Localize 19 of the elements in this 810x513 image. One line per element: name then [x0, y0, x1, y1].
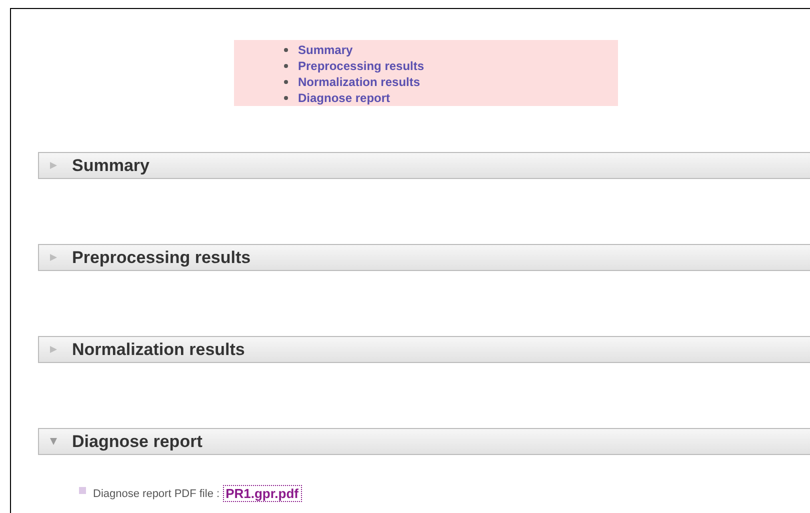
pdf-link[interactable]: PR1.gpr.pdf	[222, 485, 302, 502]
section-header[interactable]: Normalization results	[38, 336, 810, 363]
bullet-icon	[284, 64, 288, 68]
bullet-icon	[284, 80, 288, 84]
section-header[interactable]: Diagnose report	[38, 428, 810, 455]
contents-link[interactable]: Preprocessing results	[298, 59, 424, 73]
bullet-icon	[284, 48, 288, 52]
contents-link[interactable]: Summary	[298, 43, 353, 57]
file-label: Diagnose report PDF file :	[93, 488, 220, 500]
section-header[interactable]: Preprocessing results	[38, 244, 810, 271]
bullet-icon	[79, 487, 86, 494]
section-title: Diagnose report	[72, 432, 202, 452]
contents-link[interactable]: Diagnose report	[298, 91, 390, 105]
section-title: Normalization results	[72, 340, 245, 360]
contents-link[interactable]: Normalization results	[298, 75, 420, 89]
bullet-icon	[284, 96, 288, 100]
section-header[interactable]: Summary	[38, 152, 810, 179]
section-title: Summary	[72, 156, 150, 176]
section-title: Preprocessing results	[72, 248, 251, 268]
